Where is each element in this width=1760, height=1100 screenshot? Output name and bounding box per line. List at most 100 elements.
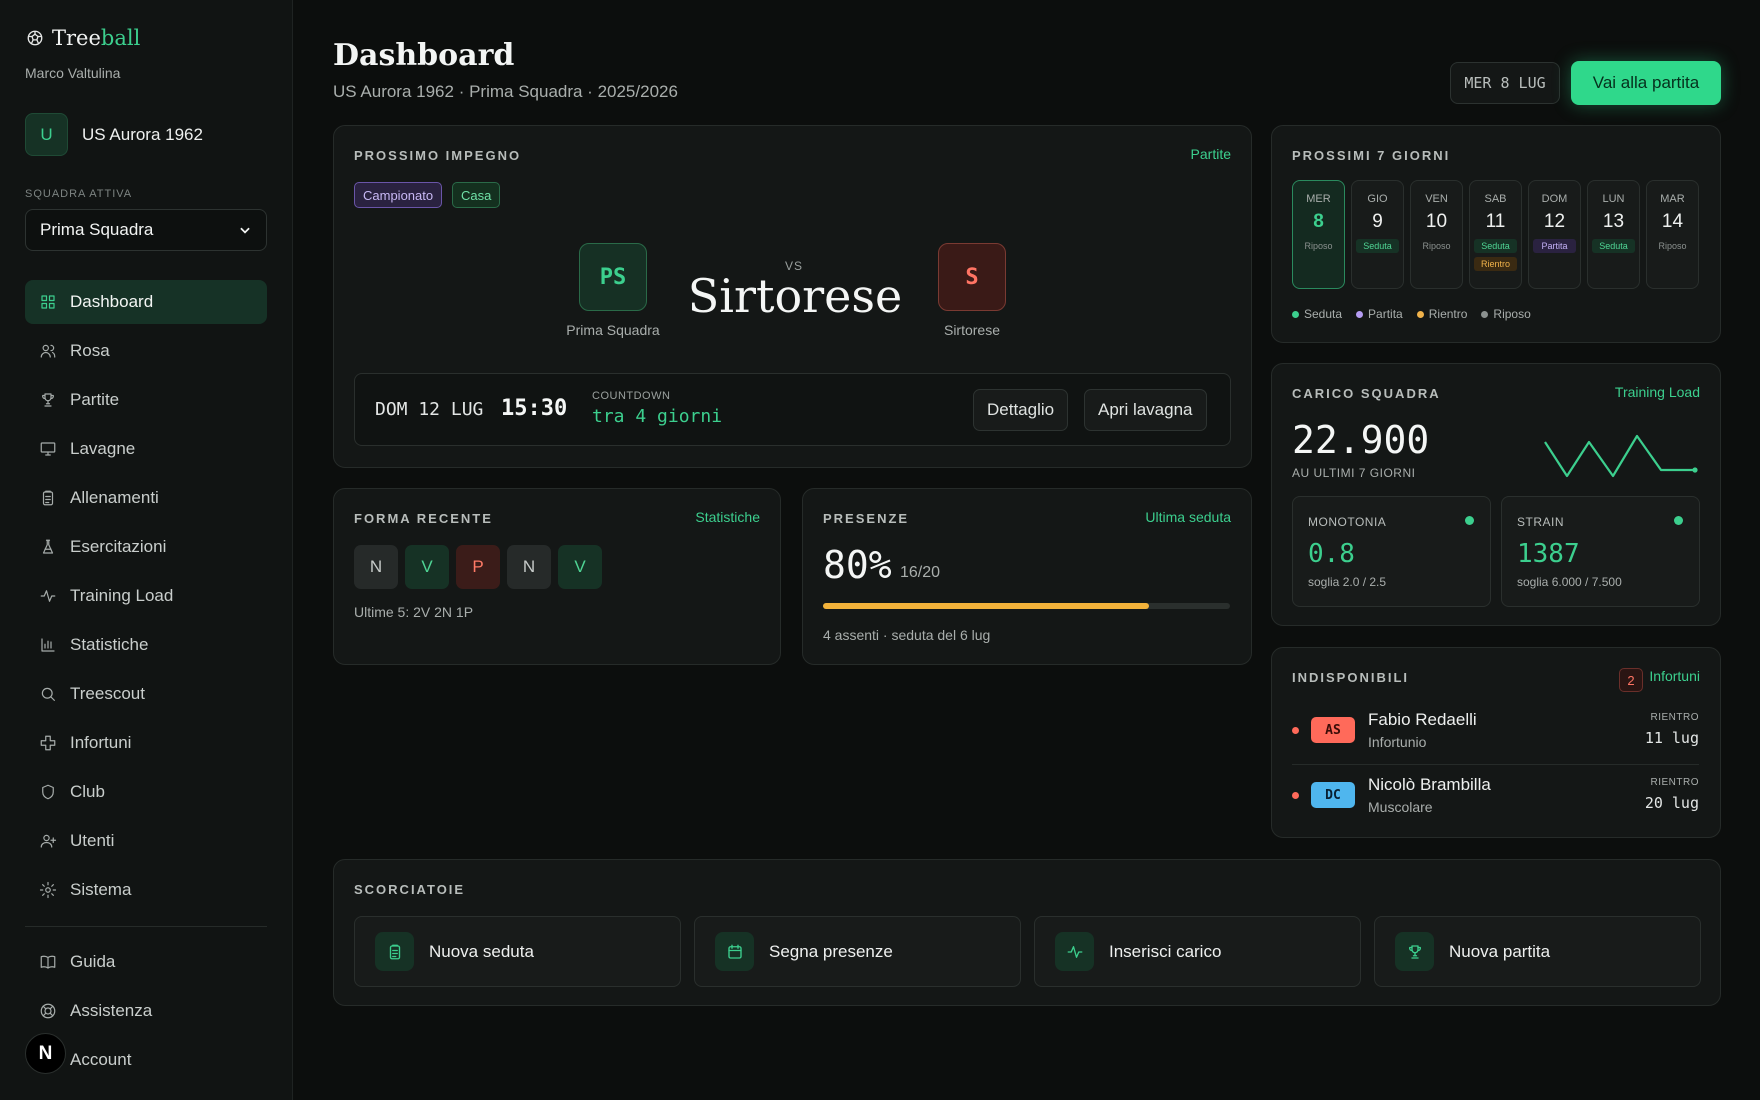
monotony-label: MONOTONIA (1308, 515, 1387, 529)
sidebar-item-treescout[interactable]: Treescout (25, 672, 267, 716)
strain-threshold: soglia 6.000 / 7.500 (1517, 575, 1622, 589)
unavailable-player-row[interactable]: DC Nicolò Brambilla Muscolare RIENTRO 20 lug (1292, 769, 1699, 829)
day-cell[interactable]: MAR 14 Riposo (1646, 180, 1699, 289)
sidebar-item-guida[interactable]: Guida (25, 940, 267, 984)
users-icon (40, 344, 56, 358)
team-select[interactable]: Prima Squadra (25, 209, 267, 251)
book-icon (40, 955, 56, 969)
monotony-threshold: soglia 2.0 / 2.5 (1308, 575, 1387, 589)
day-cell[interactable]: VEN 10 Riposo (1410, 180, 1463, 289)
attendance-bar-fill (823, 603, 1149, 609)
injury-type: Infortunio (1368, 734, 1427, 750)
club-switcher[interactable]: U US Aurora 1962 (25, 113, 203, 156)
sidebar-item-sistema[interactable]: Sistema (25, 868, 267, 912)
card-label: SCORCIATOIE (354, 882, 466, 897)
day-number: 12 (1543, 211, 1566, 232)
match-date: DOM 12 LUG (375, 399, 484, 420)
form-result-chip: V (405, 545, 449, 589)
sidebar-item-esercitazioni[interactable]: Esercitazioni (25, 525, 267, 569)
gear-icon (39, 881, 57, 899)
cross-icon (40, 735, 56, 751)
shortcut-label: Inserisci carico (1109, 941, 1222, 961)
return-date: 11 lug (1644, 729, 1699, 747)
legend-item: Rientro (1417, 307, 1468, 321)
sidebar-item-infortuni[interactable]: Infortuni (25, 721, 267, 765)
day-cell[interactable]: MER 8 Riposo (1292, 180, 1345, 289)
sidebar-item-partite[interactable]: Partite (25, 378, 267, 422)
sidebar-item-lavagne[interactable]: Lavagne (25, 427, 267, 471)
sidebar-item-rosa[interactable]: Rosa (25, 329, 267, 373)
legend-item: Riposo (1481, 307, 1530, 321)
detail-button[interactable]: Dettaglio (973, 389, 1069, 431)
card-label: CARICO SQUADRA (1292, 386, 1441, 401)
sidebar-item-assistenza[interactable]: Assistenza (25, 989, 267, 1033)
shortcut-inserisci-carico[interactable]: Inserisci carico (1034, 916, 1361, 987)
sidebar-item-label: Utenti (70, 831, 115, 850)
day-number: 8 (1313, 211, 1324, 232)
shortcut-label: Nuova partita (1449, 941, 1551, 961)
sidebar-item-label: Statistiche (70, 635, 149, 654)
day-number: 14 (1661, 211, 1684, 232)
n-badge[interactable]: N (25, 1033, 66, 1074)
sidebar-item-training-load[interactable]: Training Load (25, 574, 267, 618)
form-result-chip: V (558, 545, 602, 589)
legend-item: Partita (1356, 307, 1403, 321)
sidebar-item-label: Sistema (70, 880, 132, 899)
date-chip[interactable]: MER 8 LUG (1450, 62, 1560, 104)
ball-icon (27, 30, 43, 46)
return-label: RIENTRO (1650, 777, 1699, 788)
injury-type: Muscolare (1368, 799, 1433, 815)
chevron-down-icon (240, 227, 250, 234)
matches-link[interactable]: Partite (1191, 146, 1231, 162)
sidebar-item-label: Assistenza (70, 1001, 153, 1020)
home-team-name: Prima Squadra (566, 322, 660, 338)
sidebar-item-label: Account (70, 1050, 132, 1069)
day-cell[interactable]: GIO 9 Seduta (1351, 180, 1404, 289)
shortcut-segna-presenze[interactable]: Segna presenze (694, 916, 1021, 987)
day-tag: Riposo (1422, 241, 1451, 251)
open-board-button[interactable]: Apri lavagna (1084, 389, 1207, 431)
attendance-ratio: 16/20 (900, 564, 941, 581)
brand-name-b: ball (100, 26, 141, 50)
sidebar-item-label: Allenamenti (70, 488, 159, 507)
sidebar-item-dashboard[interactable]: Dashboard (25, 280, 267, 324)
injuries-link[interactable]: Infortuni (1649, 668, 1700, 684)
activity-icon (40, 590, 56, 602)
status-dot (1292, 727, 1299, 734)
statistics-link[interactable]: Statistiche (695, 509, 760, 525)
role-badge: DC (1311, 782, 1355, 808)
go-to-match-button[interactable]: Vai alla partita (1571, 61, 1721, 105)
sidebar-item-label: Esercitazioni (70, 537, 167, 556)
flask-icon (42, 539, 54, 554)
sidebar-item-allenamenti[interactable]: Allenamenti (25, 476, 267, 520)
sidebar-item-utenti[interactable]: Utenti (25, 819, 267, 863)
brand-logo[interactable]: Treeball (26, 26, 140, 50)
shortcut-nuova-partita[interactable]: Nuova partita (1374, 916, 1701, 987)
search-icon (41, 687, 55, 701)
sidebar-item-statistiche[interactable]: Statistiche (25, 623, 267, 667)
calendar-icon (727, 944, 742, 959)
day-of-week: LUN (1602, 193, 1625, 205)
day-tag: Riposo (1304, 241, 1333, 251)
strain-label: STRAIN (1517, 515, 1565, 529)
team-load-card: CARICO SQUADRA Training Load 22.900 AU U… (1271, 363, 1721, 626)
strain-value: 1387 (1517, 539, 1580, 569)
unavailable-player-row[interactable]: AS Fabio Redaelli Infortunio RIENTRO 11 lug (1292, 704, 1699, 764)
sidebar-item-club[interactable]: Club (25, 770, 267, 814)
day-number: 13 (1602, 211, 1625, 232)
day-of-week: MAR (1660, 193, 1685, 205)
last-session-link[interactable]: Ultima seduta (1145, 509, 1231, 525)
clipboard-icon (42, 490, 54, 506)
strain-kpi: STRAIN 1387 soglia 6.000 / 7.500 (1501, 496, 1700, 607)
shortcut-nuova-seduta[interactable]: Nuova seduta (354, 916, 681, 987)
form-result-chip: N (507, 545, 551, 589)
role-badge: AS (1311, 717, 1355, 743)
day-cell[interactable]: LUN 13 Seduta (1587, 180, 1640, 289)
bar-chart-icon (41, 638, 55, 652)
status-dot (1674, 516, 1683, 525)
week-card: PROSSIMI 7 GIORNI MER 8 Riposo GIO 9 Seduta VE… (1271, 125, 1721, 343)
training-load-link[interactable]: Training Load (1615, 384, 1700, 400)
day-cell[interactable]: SAB 11 Seduta Rientro (1469, 180, 1522, 289)
shield-icon (42, 784, 54, 800)
day-cell[interactable]: DOM 12 Partita (1528, 180, 1581, 289)
